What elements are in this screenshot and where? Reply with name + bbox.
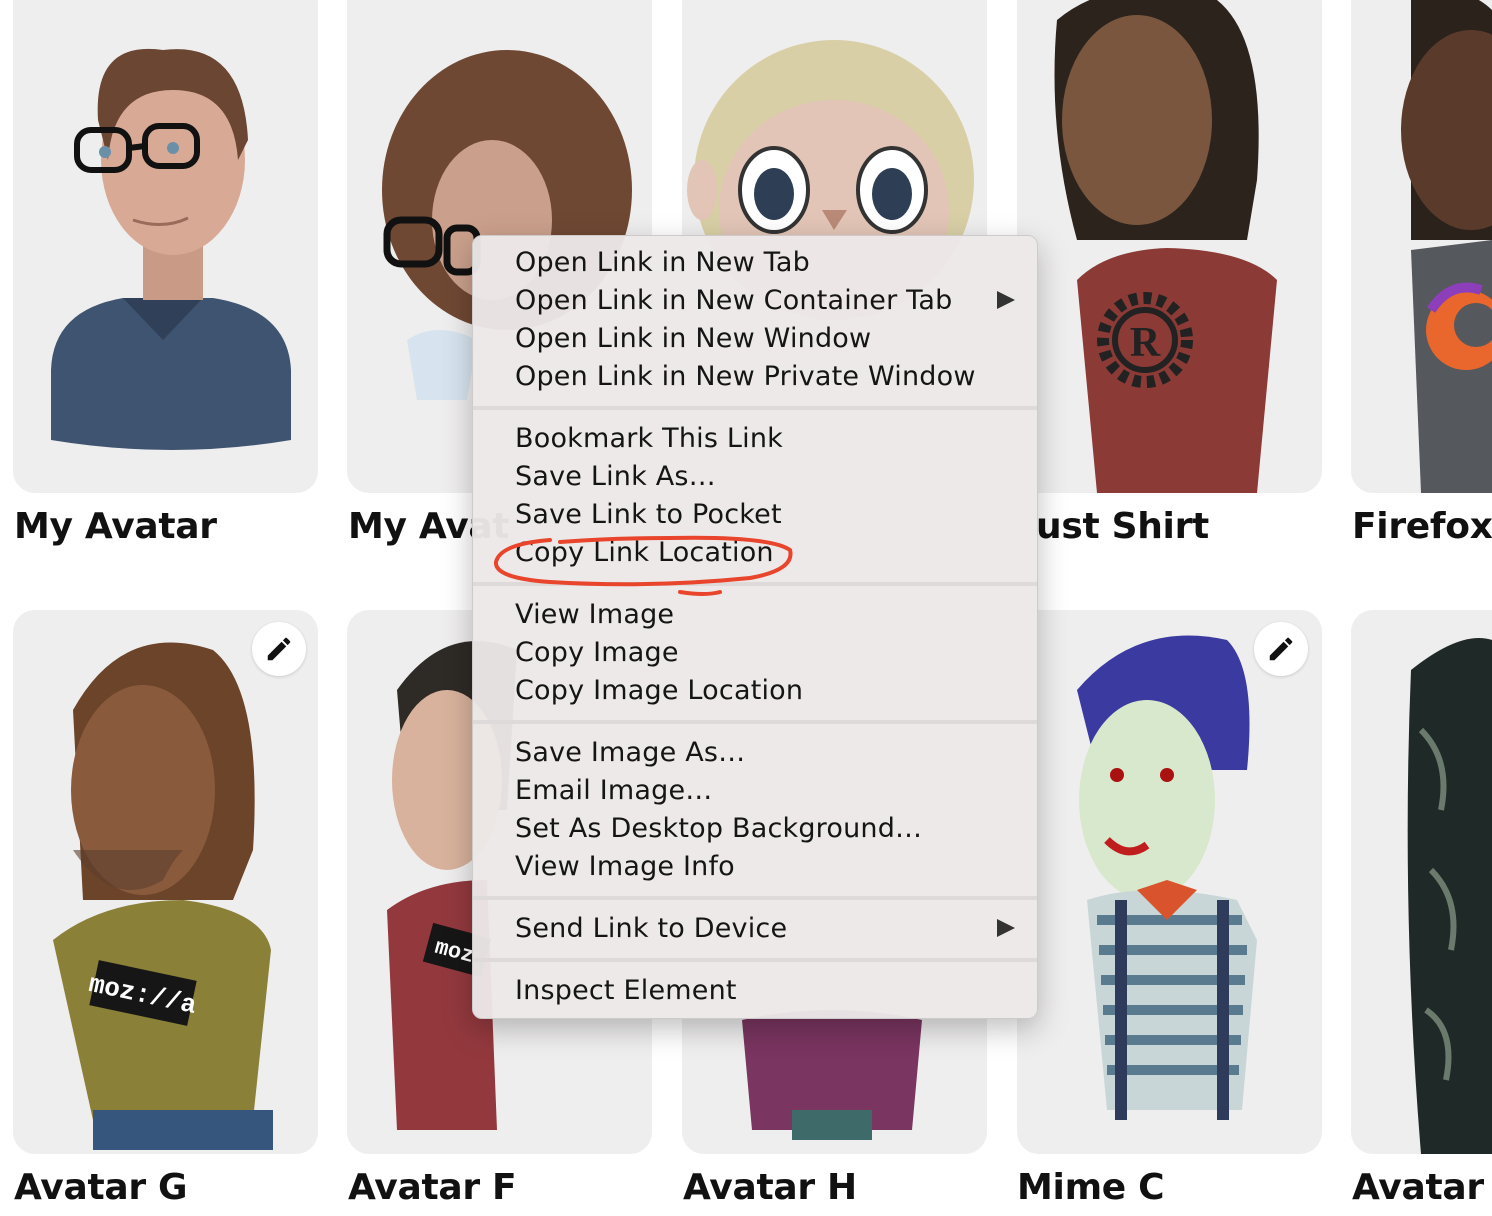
svg-text:R: R — [1130, 320, 1161, 366]
avatar-name: Mime C — [1017, 1167, 1165, 1208]
avatar-card-firefox[interactable] — [1351, 0, 1492, 493]
menu-item-open-container-tab[interactable]: Open Link in New Container Tab — [515, 285, 952, 316]
avatar-preview-image — [1401, 0, 1492, 493]
menu-item-copy-link-location[interactable]: Copy Link Location — [515, 537, 774, 568]
avatar-name: Firefox S — [1352, 506, 1492, 547]
pencil-icon — [1269, 637, 1293, 661]
submenu-arrow-icon — [997, 291, 1015, 309]
menu-item-copy-image-location[interactable]: Copy Image Location — [515, 675, 803, 706]
menu-item-copy-image[interactable]: Copy Image — [515, 637, 679, 668]
menu-item-view-image[interactable]: View Image — [515, 599, 674, 630]
edit-avatar-button[interactable] — [252, 622, 306, 676]
menu-item-open-new-tab[interactable]: Open Link in New Tab — [515, 247, 810, 278]
menu-item-set-desktop-background[interactable]: Set As Desktop Background… — [515, 813, 922, 844]
avatar-preview-image: R — [1054, 0, 1277, 493]
context-menu: Open Link in New Tab Open Link in New Co… — [472, 235, 1038, 1019]
menu-item-save-link-as[interactable]: Save Link As… — [515, 461, 716, 492]
menu-separator — [473, 720, 1037, 724]
menu-item-view-image-info[interactable]: View Image Info — [515, 851, 735, 882]
avatar-name: Avatar H — [683, 1167, 857, 1208]
menu-separator — [473, 406, 1037, 410]
avatar-name: Avatar G — [14, 1167, 188, 1208]
edit-avatar-button[interactable] — [1254, 622, 1308, 676]
submenu-arrow-icon — [997, 919, 1015, 937]
menu-item-open-private-window[interactable]: Open Link in New Private Window — [515, 361, 976, 392]
avatar-name: My Avatar — [14, 506, 217, 547]
menu-item-inspect-element[interactable]: Inspect Element — [515, 975, 737, 1006]
avatar-card-rust-shirt[interactable]: R — [1017, 0, 1322, 493]
avatar-preview-image — [51, 48, 291, 450]
avatar-card-avatar-h-2[interactable] — [1351, 610, 1492, 1154]
menu-item-bookmark-link[interactable]: Bookmark This Link — [515, 423, 783, 454]
avatar-card-mime-c[interactable] — [1017, 610, 1322, 1154]
avatar-card-avatar-g[interactable]: moz://a — [13, 610, 318, 1154]
menu-item-open-new-window[interactable]: Open Link in New Window — [515, 323, 871, 354]
menu-item-email-image[interactable]: Email Image… — [515, 775, 712, 806]
avatar-preview-image — [1407, 638, 1492, 1154]
avatar-card-my-avatar[interactable] — [13, 0, 318, 493]
pencil-icon — [267, 637, 291, 661]
avatar-name: Avatar H — [1352, 1167, 1492, 1208]
menu-item-save-link-pocket[interactable]: Save Link to Pocket — [515, 499, 782, 530]
menu-separator — [473, 896, 1037, 900]
menu-separator — [473, 958, 1037, 962]
menu-item-send-link-to-device[interactable]: Send Link to Device — [515, 913, 787, 944]
avatar-preview-image — [1077, 635, 1257, 1120]
avatar-name: ust Shirt — [1036, 506, 1209, 547]
menu-separator — [473, 582, 1037, 586]
avatar-preview-image: moz://a — [53, 642, 273, 1150]
avatar-name: Avatar F — [348, 1167, 517, 1208]
menu-item-save-image-as[interactable]: Save Image As… — [515, 737, 745, 768]
